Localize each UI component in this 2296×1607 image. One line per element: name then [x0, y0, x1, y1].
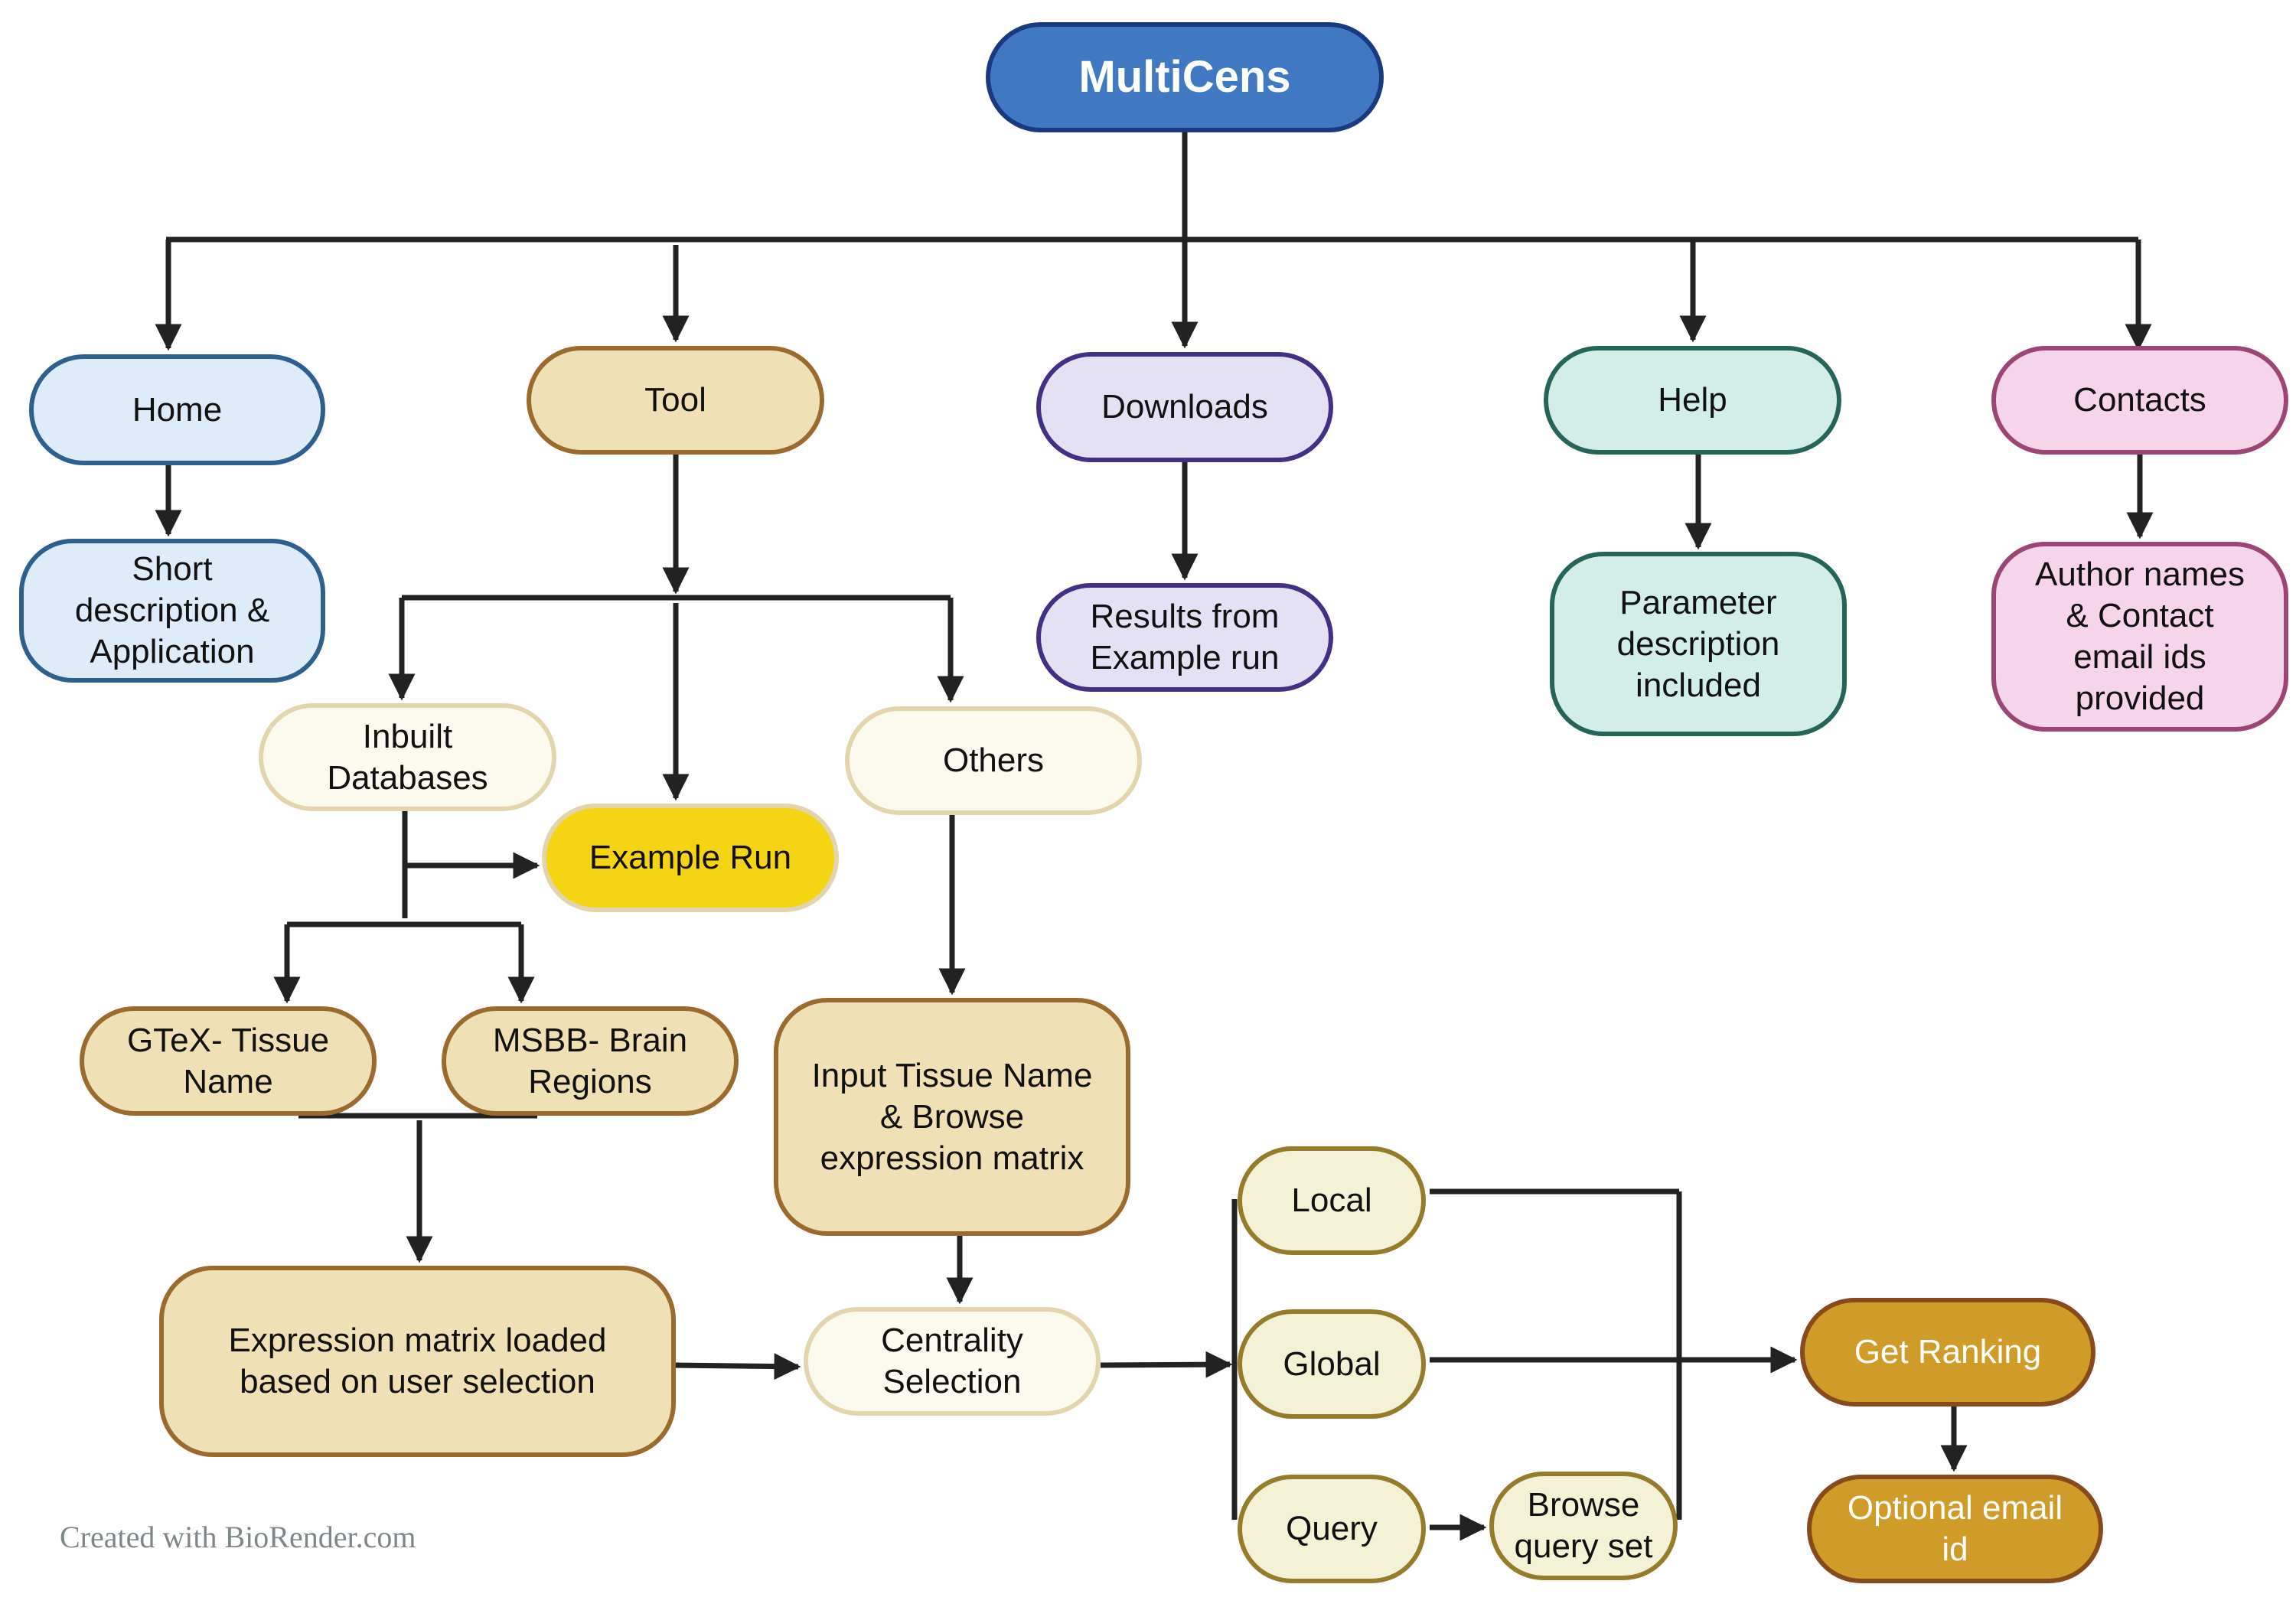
node-browse-query-set[interactable]: Browse query set	[1489, 1472, 1678, 1580]
nav-node-tool[interactable]: Tool	[527, 346, 824, 455]
nav-node-downloads[interactable]: Downloads	[1036, 352, 1333, 462]
nav-node-home[interactable]: Home	[29, 354, 325, 465]
detail-node-help: Parameter description included	[1550, 552, 1847, 736]
root-node-multicens[interactable]: MultiCens	[986, 22, 1384, 132]
node-input-tissue-browse[interactable]: Input Tissue Name & Browse expression ma…	[774, 998, 1130, 1236]
node-others[interactable]: Others	[845, 706, 1142, 815]
nav-node-contacts[interactable]: Contacts	[1991, 346, 2288, 455]
nav-node-help[interactable]: Help	[1544, 346, 1841, 455]
node-example-run[interactable]: Example Run	[542, 804, 839, 912]
node-gtex-tissue-name[interactable]: GTeX- Tissue Name	[80, 1006, 377, 1116]
option-query[interactable]: Query	[1238, 1475, 1426, 1583]
option-local[interactable]: Local	[1238, 1146, 1426, 1255]
detail-node-contacts: Author names & Contact email ids provide…	[1991, 542, 2288, 732]
detail-node-home: Short description & Application	[19, 539, 325, 683]
arrow-expression-to-centrality	[675, 1353, 801, 1380]
arrow-centrality-to-options	[1100, 1351, 1233, 1378]
node-msbb-brain-regions[interactable]: MSBB- Brain Regions	[442, 1006, 739, 1116]
get-ranking-button[interactable]: Get Ranking	[1800, 1298, 2095, 1407]
biorender-watermark: Created with BioRender.com	[60, 1520, 416, 1554]
node-inbuilt-databases[interactable]: Inbuilt Databases	[259, 703, 556, 811]
node-optional-email-id[interactable]: Optional email id	[1807, 1475, 2103, 1583]
detail-node-downloads: Results from Example run	[1036, 583, 1333, 692]
node-expression-matrix-loaded: Expression matrix loaded based on user s…	[159, 1266, 676, 1457]
option-global[interactable]: Global	[1238, 1309, 1426, 1419]
flowchart-canvas: MultiCens Home Tool Downloads Help Conta…	[0, 0, 2296, 1607]
node-centrality-selection[interactable]: Centrality Selection	[804, 1307, 1101, 1416]
